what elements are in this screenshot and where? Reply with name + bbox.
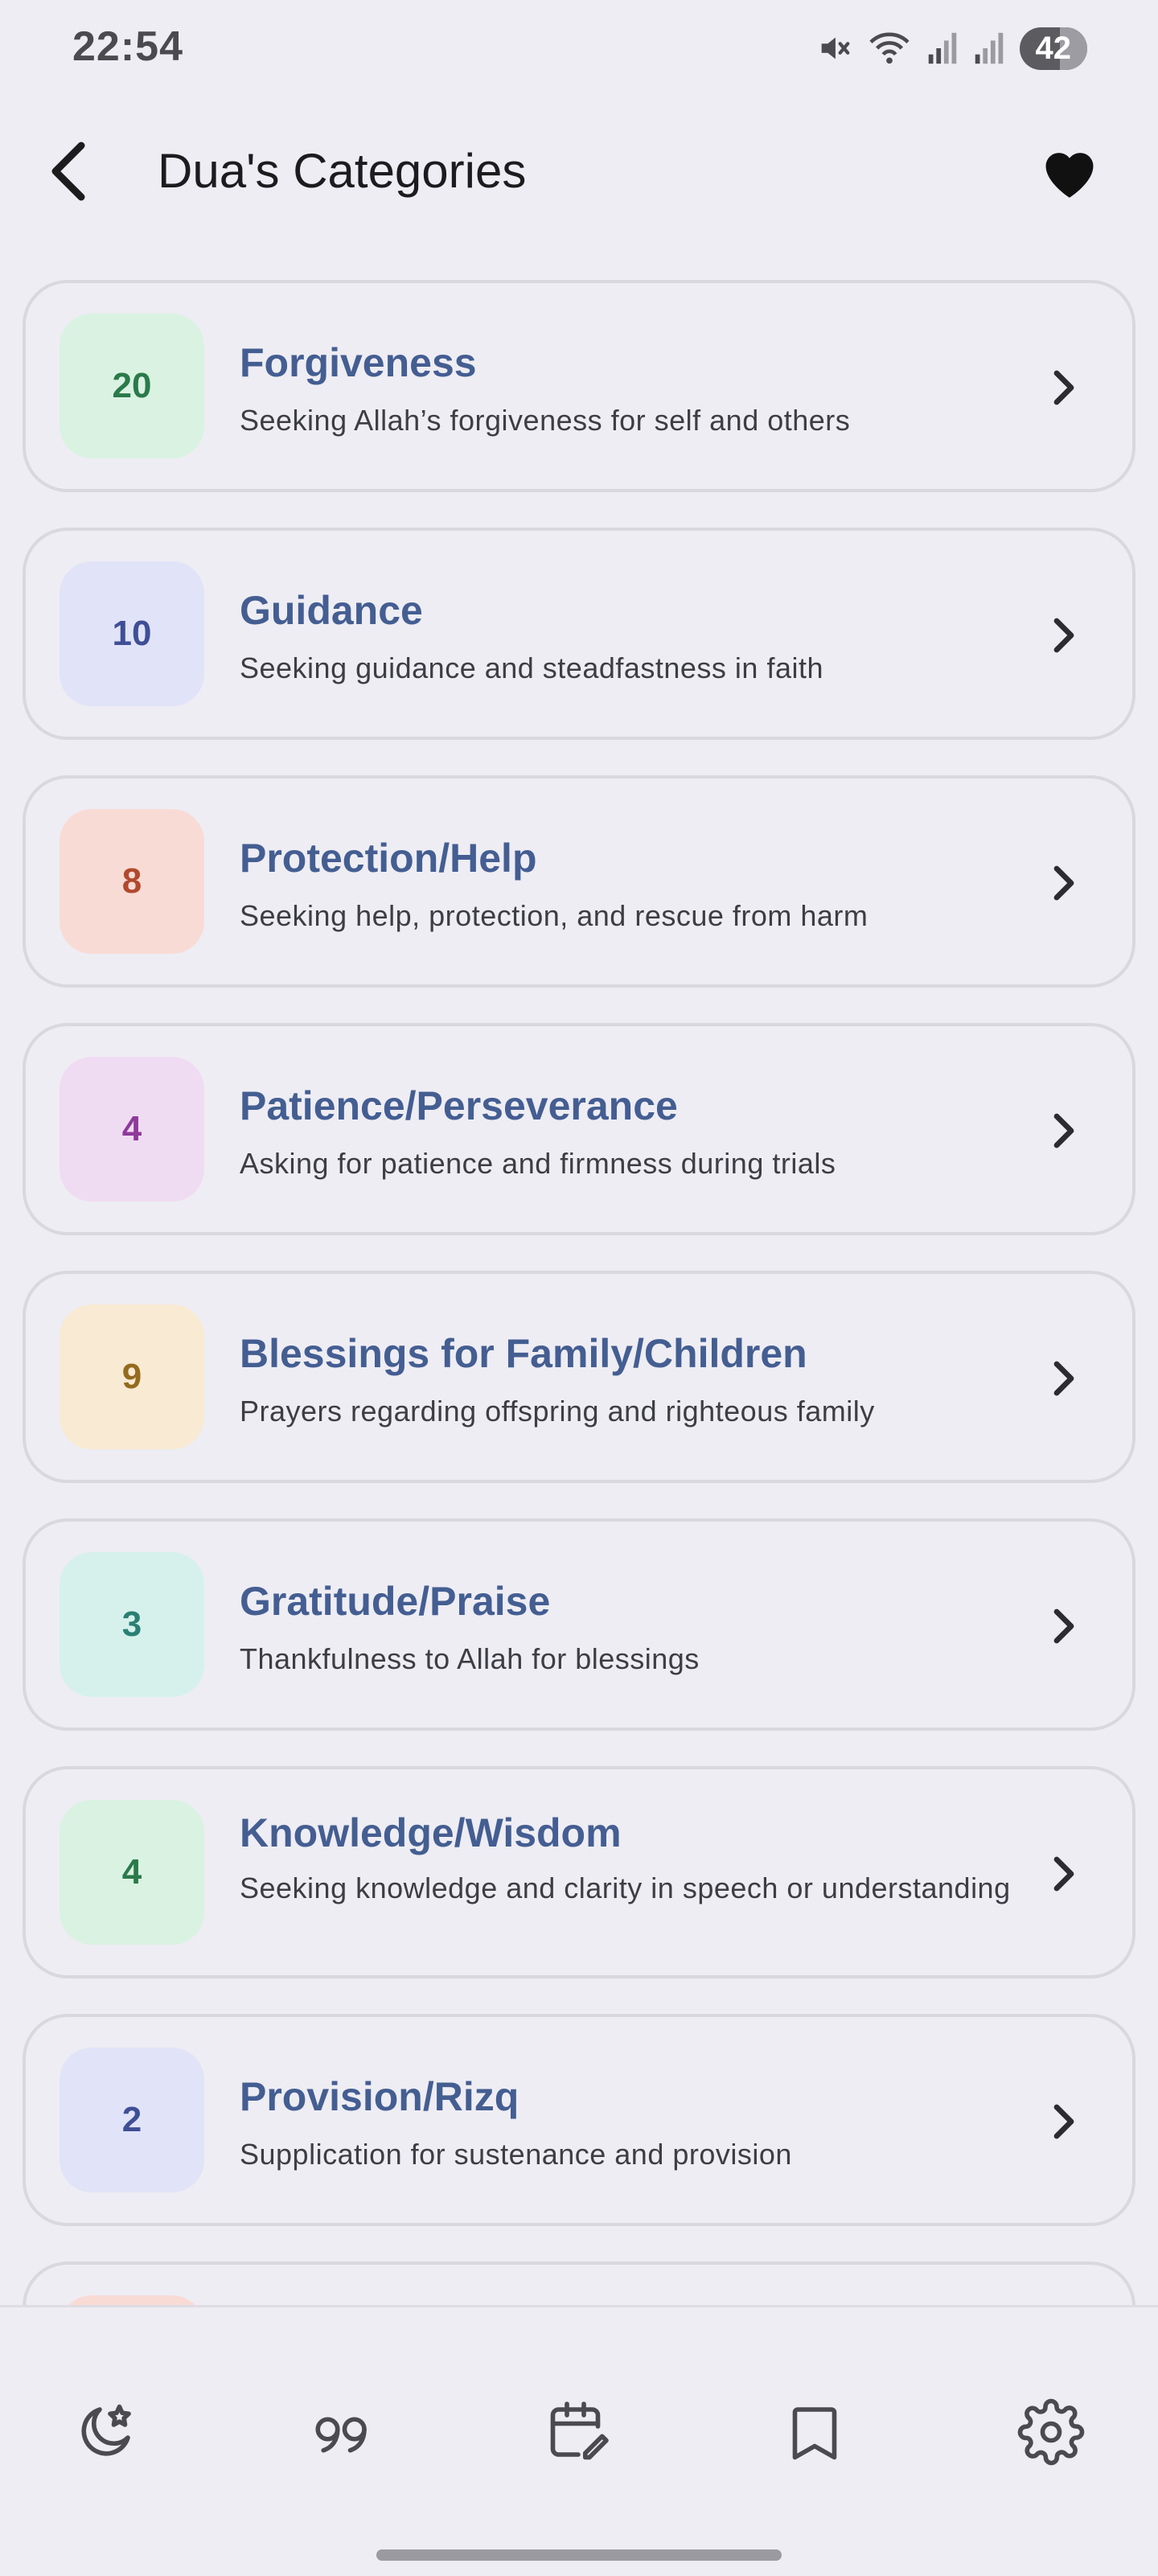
nav-calendar-button[interactable]: [534, 2388, 622, 2476]
category-description: Prayers regarding offspring and righteou…: [240, 1395, 875, 1428]
nav-quotes-button[interactable]: [298, 2388, 386, 2476]
status-time: 22:54: [72, 23, 183, 70]
category-card-forgiveness[interactable]: 20 Forgiveness Seeking Allah’s forgivene…: [23, 280, 1135, 492]
chevron-right-icon: [1039, 611, 1087, 659]
category-title: Provision/Rizq: [240, 2074, 519, 2119]
chevron-right-icon: [1039, 1850, 1087, 1898]
nav-bookmarks-button[interactable]: [770, 2388, 859, 2476]
chevron-right-icon: [1039, 859, 1087, 907]
category-description: Supplication for sustenance and provisio…: [240, 2138, 792, 2171]
settings-gear-icon: [1017, 2398, 1085, 2466]
category-description: Seeking Allah’s forgiveness for self and…: [240, 404, 851, 437]
chevron-right-icon: [1039, 2097, 1087, 2146]
category-list: 20 Forgiveness Seeking Allah’s forgivene…: [23, 280, 1135, 2307]
category-card-protection-help[interactable]: 8 Protection/Help Seeking help, protecti…: [23, 775, 1135, 988]
category-description: Asking for patience and firmness during …: [240, 1147, 836, 1180]
category-card-partial[interactable]: [23, 2262, 1135, 2307]
signal-icon-2: [975, 32, 1003, 64]
status-icons: 42: [815, 24, 1087, 72]
category-title: Patience/Perseverance: [240, 1083, 678, 1128]
battery-indicator: 42: [1019, 27, 1087, 70]
bookmark-icon: [792, 2407, 837, 2460]
category-card-guidance[interactable]: 10 Guidance Seeking guidance and steadfa…: [23, 528, 1135, 740]
category-title: Gratitude/Praise: [240, 1579, 551, 1624]
category-count-badge: 4: [60, 1057, 204, 1202]
bottom-navigation: [0, 2305, 1158, 2576]
quote-icon: [315, 2417, 367, 2453]
home-indicator[interactable]: [376, 2549, 782, 2561]
category-count-badge: 20: [60, 314, 204, 458]
moon-star-icon: [81, 2404, 131, 2456]
favorites-button[interactable]: [1029, 135, 1110, 207]
category-title: Guidance: [240, 588, 423, 633]
category-card-knowledge[interactable]: 4 Knowledge/Wisdom Seeking knowledge and…: [23, 1766, 1135, 1978]
nav-settings-button[interactable]: [1007, 2388, 1095, 2476]
chevron-right-icon: [1039, 1354, 1087, 1403]
category-card-family[interactable]: 9 Blessings for Family/Children Prayers …: [23, 1271, 1135, 1483]
category-card-provision[interactable]: 2 Provision/Rizq Supplication for susten…: [23, 2014, 1135, 2226]
category-description: Seeking guidance and steadfastness in fa…: [240, 651, 823, 684]
calendar-edit-icon: [550, 2401, 609, 2460]
category-title: Knowledge/Wisdom: [240, 1810, 622, 1855]
heart-icon: [1045, 153, 1094, 198]
category-count-badge: 4: [60, 1800, 204, 1945]
category-description: Seeking help, protection, and rescue fro…: [240, 899, 868, 932]
category-card-gratitude[interactable]: 3 Gratitude/Praise Thankfulness to Allah…: [23, 1518, 1135, 1731]
status-bar: 22:54 42: [0, 0, 1158, 97]
category-title: Blessings for Family/Children: [240, 1331, 807, 1376]
category-description: Thankfulness to Allah for blessings: [240, 1642, 700, 1675]
nav-duas-button[interactable]: [61, 2388, 150, 2476]
wifi-icon: [868, 32, 910, 64]
category-title: Forgiveness: [240, 340, 477, 385]
category-count-badge: 3: [60, 1552, 204, 1697]
category-count-badge: 10: [60, 561, 204, 706]
category-description: Seeking knowledge and clarity in speech …: [240, 1871, 1011, 1904]
back-arrow-icon: [51, 142, 85, 201]
mute-icon: [821, 37, 849, 60]
category-count-badge: 2: [60, 2048, 204, 2192]
page-title: Dua's Categories: [158, 144, 527, 198]
category-count-badge: 9: [60, 1304, 204, 1449]
category-count-badge: 8: [60, 809, 204, 954]
back-button[interactable]: [32, 135, 105, 207]
chevron-right-icon: [1039, 364, 1087, 412]
signal-icon: [928, 32, 956, 64]
chevron-right-icon: [1039, 1602, 1087, 1650]
chevron-right-icon: [1039, 1107, 1087, 1155]
app-bar: Dua's Categories: [0, 121, 1158, 225]
category-title: Protection/Help: [240, 836, 537, 881]
category-card-patience[interactable]: 4 Patience/Perseverance Asking for patie…: [23, 1023, 1135, 1235]
